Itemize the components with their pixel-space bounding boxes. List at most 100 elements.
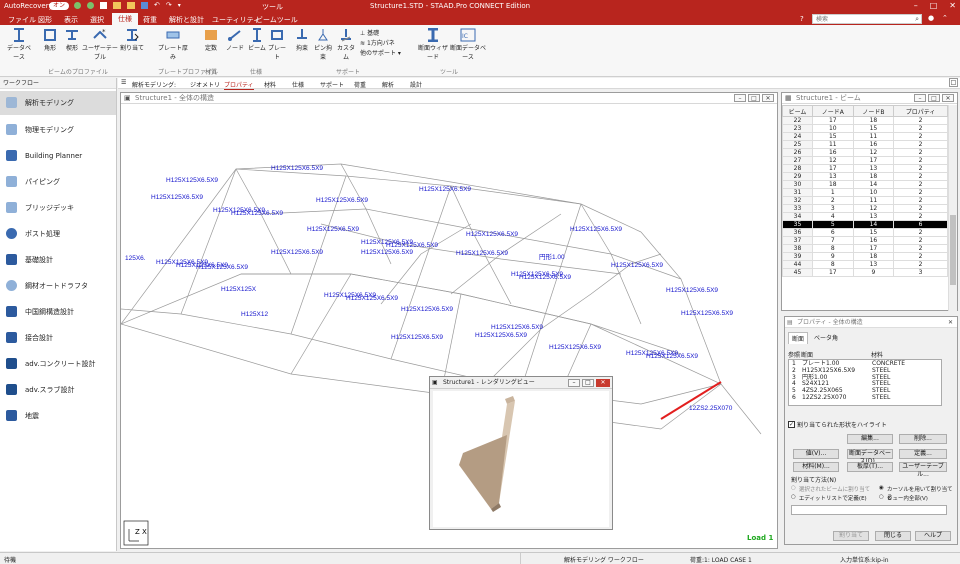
table-row[interactable]: 22 17 18 2 bbox=[782, 116, 948, 125]
ribbon-collapse-icon[interactable]: ⌃ bbox=[942, 14, 948, 22]
table-row[interactable]: 36 6 15 2 bbox=[782, 228, 948, 237]
table-row[interactable]: 27 12 17 2 bbox=[782, 156, 948, 165]
table-row[interactable]: 32 2 11 2 bbox=[782, 196, 948, 205]
beam-table-scrollbar[interactable] bbox=[948, 105, 957, 311]
viewport-maximize-icon[interactable]: □ bbox=[748, 94, 760, 102]
table-row[interactable]: 30 18 14 2 bbox=[782, 180, 948, 189]
tab-design[interactable]: 設計 bbox=[410, 80, 422, 89]
tab-property[interactable]: プロパティ bbox=[224, 80, 254, 90]
table-row[interactable]: 24 15 11 2 bbox=[782, 132, 948, 141]
assign-apply-button[interactable]: 割り当て bbox=[833, 531, 869, 541]
redo-icon[interactable]: ↷ bbox=[166, 2, 172, 9]
menu-specification[interactable]: 仕様 bbox=[112, 13, 138, 25]
table-row[interactable]: 37 7 16 2 bbox=[782, 236, 948, 245]
other-support-button[interactable]: 他のサポート ▾ bbox=[360, 49, 401, 59]
col-beam[interactable]: ビーム bbox=[782, 105, 813, 117]
table-row[interactable]: 31 1 10 2 bbox=[782, 188, 948, 197]
fixed-support-button[interactable]: 拘束 bbox=[292, 28, 312, 52]
tab-section[interactable]: 断面 bbox=[788, 332, 809, 344]
workflow-item-seismic[interactable]: 地震 bbox=[6, 410, 39, 421]
assign-button[interactable]: 割り当て bbox=[120, 28, 144, 52]
table-row[interactable]: 39 9 18 2 bbox=[782, 252, 948, 261]
workflow-item-chinese-steel[interactable]: 中国鋼構造設計 bbox=[6, 306, 74, 317]
beam-table-close-icon[interactable]: ✕ bbox=[942, 94, 954, 102]
custom-support-button[interactable]: カスタム bbox=[335, 28, 357, 61]
rectangular-button[interactable]: 角形 bbox=[40, 28, 60, 52]
foundation-support-button[interactable]: ⊥ 基礎 bbox=[360, 29, 401, 39]
tab-loading[interactable]: 荷重 bbox=[354, 80, 366, 89]
pinned-support-button[interactable]: ピン拘束 bbox=[312, 28, 334, 61]
menu-file[interactable]: ファイル bbox=[8, 15, 36, 25]
close-icon[interactable]: ✕ bbox=[949, 1, 956, 10]
menu-loading[interactable]: 荷重 bbox=[143, 15, 157, 25]
define-button[interactable]: 定義... bbox=[899, 449, 947, 459]
viewport-close-icon[interactable]: ✕ bbox=[762, 94, 774, 102]
col-node-a[interactable]: ノードA bbox=[812, 105, 854, 117]
undo-icon[interactable]: ↶ bbox=[154, 2, 160, 9]
checkbox-check-icon[interactable]: ✓ bbox=[788, 421, 795, 428]
menu-utilities[interactable]: ユーティリティ bbox=[212, 15, 260, 25]
menu-analysis-design[interactable]: 解析と設計 bbox=[169, 15, 204, 25]
table-row[interactable]: 23 10 15 2 bbox=[782, 124, 948, 133]
plate-thickness-button[interactable]: プレート厚み bbox=[156, 28, 190, 61]
spring-support-button[interactable]: ≋ 1方向パネ bbox=[360, 39, 401, 49]
table-row[interactable]: 25 11 16 2 bbox=[782, 140, 948, 149]
workflow-item-adv-slab[interactable]: adv.スラブ設計 bbox=[6, 384, 75, 395]
radio-all-in-view[interactable]: ○ ビュー内全部(V) bbox=[879, 494, 928, 502]
menu-beam-tools[interactable]: ビームツール bbox=[256, 15, 298, 25]
values-button[interactable]: 値(V)... bbox=[793, 449, 839, 459]
section-wizard-button[interactable]: 断面ウィザード bbox=[418, 28, 448, 61]
constants-button[interactable]: 定数 bbox=[200, 28, 222, 52]
help-icon[interactable]: ? bbox=[800, 15, 804, 23]
table-row[interactable]: 34 4 13 2 bbox=[782, 212, 948, 221]
tab-specification[interactable]: 仕様 bbox=[292, 80, 304, 89]
database-button[interactable]: データベース bbox=[4, 28, 34, 61]
rendered-member-view[interactable] bbox=[433, 391, 609, 527]
delete-button[interactable]: 削除... bbox=[899, 434, 947, 444]
col-property[interactable]: プロパティ bbox=[893, 105, 948, 117]
workflow-item-foundation[interactable]: 基礎設計 bbox=[6, 254, 53, 265]
menu-geometry[interactable]: 図形 bbox=[38, 15, 52, 25]
properties-close-icon[interactable]: ✕ bbox=[948, 317, 953, 328]
recent-folder-icon[interactable] bbox=[127, 2, 135, 9]
section-database-button[interactable]: IC 断面データベース bbox=[448, 28, 488, 61]
workflow-item-connection[interactable]: 接合設計 bbox=[6, 332, 53, 343]
help-button[interactable]: ヘルプ bbox=[915, 531, 951, 541]
table-row[interactable]: 45 17 9 3 bbox=[782, 268, 948, 277]
workflow-item-physical[interactable]: 物理モデリング bbox=[6, 124, 74, 135]
beam-button[interactable]: ビーム bbox=[247, 28, 267, 52]
menu-view[interactable]: 表示 bbox=[64, 15, 78, 25]
edit-list-input[interactable] bbox=[791, 505, 947, 515]
close-button[interactable]: 閉じる bbox=[875, 531, 911, 541]
rendering-maximize-icon[interactable]: □ bbox=[582, 379, 594, 387]
save-icon[interactable] bbox=[74, 2, 81, 9]
tab-material[interactable]: 材料 bbox=[264, 80, 276, 89]
tab-beta-angle[interactable]: ベータ角 bbox=[811, 332, 841, 344]
disk-icon[interactable] bbox=[141, 2, 148, 9]
tab-geometry[interactable]: ジオメトリ bbox=[190, 80, 220, 89]
table-row[interactable]: 28 17 13 2 bbox=[782, 164, 948, 173]
user-icon[interactable]: ● bbox=[928, 14, 934, 22]
minimize-icon[interactable]: – bbox=[914, 1, 918, 10]
tab-analysis[interactable]: 解析 bbox=[382, 80, 394, 89]
workflow-item-post-processing[interactable]: ポスト処理 bbox=[6, 228, 60, 239]
materials-button[interactable]: 材料(M)... bbox=[793, 462, 839, 472]
table-row[interactable]: 44 8 13 2 bbox=[782, 260, 948, 269]
table-row[interactable]: 38 8 17 2 bbox=[782, 244, 948, 253]
viewport-minimize-icon[interactable]: – bbox=[734, 94, 746, 102]
workflow-item-analytical[interactable]: 解析モデリング bbox=[6, 97, 74, 108]
table-row[interactable]: 26 16 12 2 bbox=[782, 148, 948, 157]
thickness-button[interactable]: 板厚(T)... bbox=[847, 462, 893, 472]
beam-table-maximize-icon[interactable]: □ bbox=[928, 94, 940, 102]
radio-edit-list[interactable]: ○ エディットリストで定義(E) bbox=[791, 494, 867, 502]
node-button[interactable]: ノード bbox=[225, 28, 245, 52]
open-folder-icon[interactable] bbox=[113, 2, 121, 9]
tab-support[interactable]: サポート bbox=[320, 80, 344, 89]
edit-button[interactable]: 編集... bbox=[847, 434, 893, 444]
user-table-dialog-button[interactable]: ユーザーテーブル... bbox=[899, 462, 947, 478]
section-database-dialog-button[interactable]: 断面データベース(D)... bbox=[847, 449, 893, 465]
new-file-icon[interactable] bbox=[100, 2, 107, 9]
maximize-icon[interactable]: □ bbox=[930, 1, 938, 10]
plate-button[interactable]: プレート bbox=[266, 28, 288, 61]
list-item[interactable]: 6 12ZS2.25X070 STEEL bbox=[792, 394, 938, 402]
